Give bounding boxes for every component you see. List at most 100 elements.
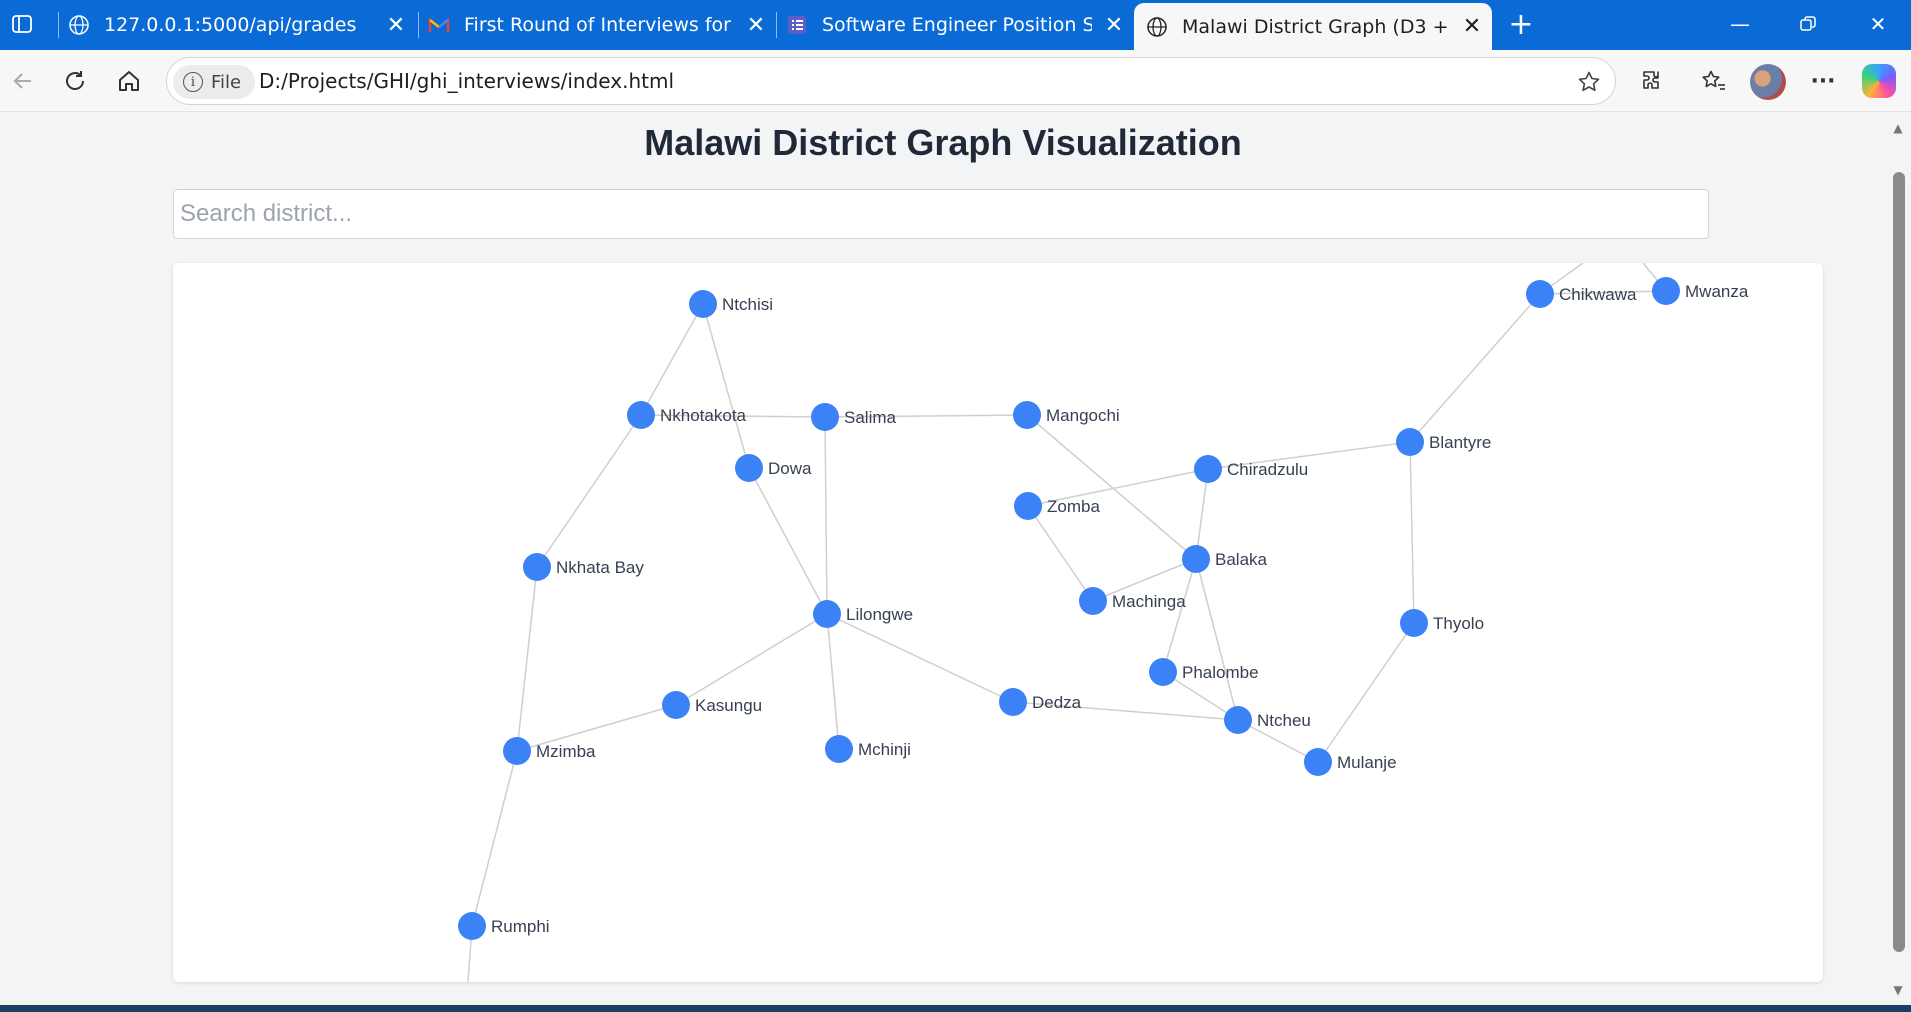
- graph-node[interactable]: Dowa: [735, 454, 812, 482]
- node-circle[interactable]: [523, 553, 551, 581]
- node-circle[interactable]: [999, 688, 1027, 716]
- node-circle[interactable]: [825, 735, 853, 763]
- graph-node[interactable]: Mchinji: [825, 735, 911, 763]
- graph-node[interactable]: Mzimba: [503, 737, 596, 765]
- graph-node[interactable]: Chikwawa: [1526, 280, 1637, 308]
- graph-node[interactable]: Mwanza: [1652, 277, 1749, 305]
- node-label: Mchinji: [858, 740, 911, 759]
- graph-node[interactable]: Thyolo: [1400, 609, 1484, 637]
- node-label: Ntcheu: [1257, 711, 1311, 730]
- url-text[interactable]: D:/Projects/GHI/ghi_interviews/index.htm…: [259, 69, 674, 93]
- favorite-star-icon[interactable]: [1575, 68, 1603, 96]
- node-circle[interactable]: [1526, 280, 1554, 308]
- node-circle[interactable]: [1014, 492, 1042, 520]
- graph-node[interactable]: Chiradzulu: [1194, 455, 1308, 483]
- node-circle[interactable]: [813, 600, 841, 628]
- tab-screening-form[interactable]: Software Engineer Position Screen ✕: [786, 0, 1126, 50]
- favorites-icon[interactable]: [1697, 64, 1731, 98]
- profile-avatar[interactable]: [1750, 64, 1786, 100]
- district-graph[interactable]: Ntchisi Nkhotakota Salima Dowa Mangochi Nkhat…: [173, 263, 1823, 982]
- graph-edge: [826, 613, 840, 750]
- close-icon[interactable]: ✕: [1460, 14, 1484, 39]
- graph-node[interactable]: Nkhotakota: [627, 401, 747, 429]
- node-circle[interactable]: [811, 403, 839, 431]
- more-options-icon[interactable]: ···: [1806, 64, 1840, 98]
- extensions-icon[interactable]: [1636, 64, 1670, 98]
- graph-node[interactable]: Mangochi: [1013, 401, 1120, 429]
- sidebar-toggle-icon[interactable]: [8, 10, 36, 38]
- node-label: Mangochi: [1046, 406, 1120, 425]
- graph-node[interactable]: Ntcheu: [1224, 706, 1311, 734]
- node-circle[interactable]: [503, 737, 531, 765]
- graph-node[interactable]: Ntchisi: [689, 290, 773, 318]
- node-circle[interactable]: [662, 691, 690, 719]
- tab-interviews[interactable]: First Round of Interviews for Softw ✕: [428, 0, 768, 50]
- edges-layer: [467, 263, 1667, 982]
- graph-node[interactable]: Salima: [811, 403, 897, 431]
- tab-grades[interactable]: 127.0.0.1:5000/api/grades ✕: [68, 0, 408, 50]
- district-search-input[interactable]: [173, 189, 1709, 239]
- tab-graph[interactable]: Malawi District Graph (D3 + Tailwi ✕: [1134, 3, 1492, 50]
- graph-node[interactable]: Zomba: [1014, 492, 1100, 520]
- node-circle[interactable]: [1396, 428, 1424, 456]
- node-circle[interactable]: [1400, 609, 1428, 637]
- node-circle[interactable]: [1149, 658, 1177, 686]
- graph-node[interactable]: Blantyre: [1396, 428, 1491, 456]
- graph-edge: [471, 750, 518, 927]
- node-circle[interactable]: [1079, 587, 1107, 615]
- node-label: Balaka: [1215, 550, 1268, 569]
- refresh-icon[interactable]: [58, 64, 92, 98]
- node-label: Nkhata Bay: [556, 558, 644, 577]
- node-circle[interactable]: [1194, 455, 1222, 483]
- node-circle[interactable]: [1304, 748, 1332, 776]
- node-circle[interactable]: [458, 912, 486, 940]
- graph-edge: [536, 414, 642, 568]
- scroll-down-arrow-icon[interactable]: ▼: [1890, 982, 1906, 998]
- node-circle[interactable]: [1224, 706, 1252, 734]
- node-circle[interactable]: [1013, 401, 1041, 429]
- close-icon[interactable]: ✕: [384, 13, 408, 38]
- graph-node[interactable]: Nkhata Bay: [523, 553, 644, 581]
- node-circle[interactable]: [689, 290, 717, 318]
- node-circle[interactable]: [627, 401, 655, 429]
- graph-node[interactable]: Lilongwe: [813, 600, 913, 628]
- scroll-up-arrow-icon[interactable]: ▲: [1890, 120, 1906, 136]
- nodes-layer: Ntchisi Nkhotakota Salima Dowa Mangochi Nkhat…: [458, 277, 1749, 940]
- graph-node[interactable]: Mulanje: [1304, 748, 1397, 776]
- site-info-chip[interactable]: i File: [173, 65, 256, 99]
- home-icon[interactable]: [112, 64, 146, 98]
- node-label: Phalombe: [1182, 663, 1259, 682]
- graph-node[interactable]: Phalombe: [1149, 658, 1259, 686]
- graph-edge: [1027, 505, 1094, 602]
- graph-edge: [748, 467, 828, 615]
- back-arrow-icon[interactable]: [6, 64, 40, 98]
- copilot-icon[interactable]: [1862, 64, 1896, 98]
- graph-edge: [1409, 293, 1541, 443]
- graph-node[interactable]: Machinga: [1079, 587, 1186, 615]
- graph-node[interactable]: Dedza: [999, 688, 1082, 716]
- graph-node[interactable]: Kasungu: [662, 691, 762, 719]
- close-window-icon[interactable]: ✕: [1858, 8, 1898, 40]
- new-tab-button[interactable]: +: [1505, 7, 1537, 42]
- node-label: Rumphi: [491, 917, 550, 936]
- close-icon[interactable]: ✕: [744, 13, 768, 38]
- restore-icon[interactable]: [1788, 8, 1828, 40]
- node-circle[interactable]: [1182, 545, 1210, 573]
- node-circle[interactable]: [735, 454, 763, 482]
- graph-node[interactable]: Balaka: [1182, 545, 1268, 573]
- scrollbar-thumb[interactable]: [1893, 172, 1905, 952]
- browser-toolbar: i File D:/Projects/GHI/ghi_interviews/in…: [0, 50, 1911, 112]
- page-scrollbar[interactable]: ▲ ▼: [1886, 112, 1911, 1005]
- node-circle[interactable]: [1652, 277, 1680, 305]
- minimize-icon[interactable]: —: [1720, 8, 1760, 40]
- node-label: Nkhotakota: [660, 406, 747, 425]
- graph-edge: [1409, 441, 1415, 624]
- close-icon[interactable]: ✕: [1102, 13, 1126, 38]
- graph-edge: [824, 416, 828, 615]
- graph-node[interactable]: Rumphi: [458, 912, 550, 940]
- address-bar[interactable]: i File D:/Projects/GHI/ghi_interviews/in…: [166, 57, 1616, 105]
- graph-edge: [702, 303, 750, 469]
- node-label: Thyolo: [1433, 614, 1484, 633]
- tab-label: First Round of Interviews for Softw: [464, 14, 734, 36]
- node-label: Mwanza: [1685, 282, 1749, 301]
